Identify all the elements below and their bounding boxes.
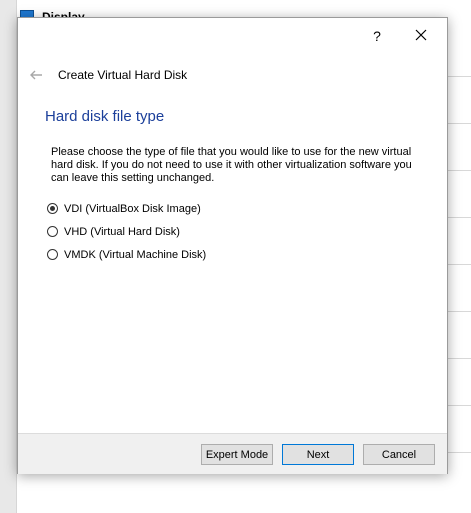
option-vhd[interactable]: VHD (Virtual Hard Disk) [47, 220, 206, 243]
help-button[interactable]: ? [366, 26, 388, 46]
option-vmdk[interactable]: VMDK (Virtual Machine Disk) [47, 243, 206, 266]
back-arrow-icon[interactable] [28, 67, 44, 83]
option-label: VHD (Virtual Hard Disk) [64, 225, 180, 238]
close-icon [415, 29, 427, 41]
page-description: Please choose the type of file that you … [51, 146, 412, 184]
dialog-titlebar: ? [18, 18, 447, 52]
radio-vmdk[interactable] [47, 249, 58, 260]
expert-mode-button[interactable]: Expert Mode [201, 444, 273, 465]
cancel-button[interactable]: Cancel [363, 444, 435, 465]
close-button[interactable] [410, 26, 432, 46]
option-label: VDI (VirtualBox Disk Image) [64, 202, 201, 215]
file-type-options: VDI (VirtualBox Disk Image) VHD (Virtual… [47, 197, 206, 266]
option-label: VMDK (Virtual Machine Disk) [64, 248, 207, 261]
wizard-title: Create Virtual Hard Disk [58, 68, 188, 82]
next-button[interactable]: Next [282, 444, 354, 465]
create-virtual-hard-disk-dialog: ? Create Virtual Hard Disk Hard disk fil… [17, 17, 448, 474]
dialog-footer: Expert Mode Next Cancel [18, 433, 447, 474]
background-left-strip [0, 0, 17, 513]
option-vdi[interactable]: VDI (VirtualBox Disk Image) [47, 197, 206, 220]
radio-vhd[interactable] [47, 226, 58, 237]
wizard-header: Create Virtual Hard Disk [28, 64, 187, 86]
page-title: Hard disk file type [45, 108, 165, 125]
radio-vdi[interactable] [47, 203, 58, 214]
